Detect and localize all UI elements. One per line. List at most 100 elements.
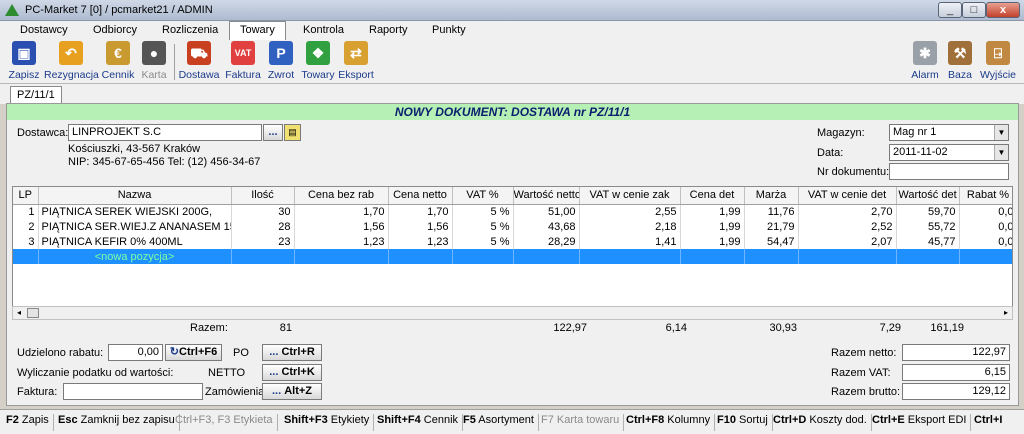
- menu-towary[interactable]: Towary: [229, 21, 286, 40]
- wyjscie-button[interactable]: ⍈ Wyjście: [979, 40, 1017, 83]
- col-lp[interactable]: LP: [13, 187, 39, 205]
- baza-button[interactable]: ⚒ Baza: [944, 40, 976, 83]
- document-panel: NOWY DOKUMENT: DOSTAWA nr PZ/11/1 Dostaw…: [6, 103, 1019, 406]
- cell-lp: 1: [13, 204, 39, 219]
- items-grid: LP Nazwa Ilość Cena bez rab Cena netto V…: [12, 186, 1013, 316]
- shortcut-ctrl-i[interactable]: Ctrl+I: [974, 414, 1006, 431]
- dots-icon: ...: [268, 126, 278, 138]
- razem-netto-value: 122,97: [902, 344, 1010, 361]
- col-nazwa[interactable]: Nazwa: [38, 187, 232, 205]
- col-wartosc-det[interactable]: Wartość det: [896, 187, 960, 205]
- dostawa-button[interactable]: ⛟ Dostawa: [178, 40, 220, 83]
- chevron-down-icon: ▼: [994, 125, 1008, 140]
- shortcut-cennik[interactable]: Shift+F4 Cennik: [377, 414, 464, 431]
- menu-punkty[interactable]: Punkty: [432, 24, 466, 36]
- shortcut-eksport-edi[interactable]: Ctrl+E Eksport EDI: [872, 414, 972, 431]
- towary-button[interactable]: ❖ Towary: [300, 40, 336, 83]
- faktura-button[interactable]: VAT Faktura: [224, 40, 262, 83]
- close-button[interactable]: x: [986, 2, 1020, 18]
- dots-icon: ...: [271, 385, 282, 397]
- col-rabat[interactable]: Rabat %: [959, 187, 1012, 205]
- toolbar: ▣ Zapisz ↶ Rezygnacja € Cennik ● Karta ⛟ Dost…: [0, 40, 1024, 84]
- shortcut-etykieta[interactable]: Ctrl+F3, F3 Etykieta: [175, 414, 278, 431]
- total-marza: 30,93: [769, 322, 797, 334]
- zapisz-button[interactable]: ▣ Zapisz: [7, 40, 41, 83]
- document-number-field[interactable]: [889, 163, 1009, 180]
- table-row[interactable]: 2 PIĄTNICA SER.WIEJ.Z ANANASEM 150 28 1,56 1…: [13, 219, 1012, 234]
- tab-document[interactable]: PZ/11/1: [10, 86, 62, 104]
- total-wartosc-det: 161,19: [930, 322, 964, 334]
- magazyn-select[interactable]: Mag nr 1 ▼: [889, 124, 1009, 141]
- horizontal-scrollbar[interactable]: ◂ ▸: [12, 306, 1013, 320]
- menu-dostawcy[interactable]: Dostawcy: [20, 24, 68, 36]
- window-title: PC-Market 7 [0] / pcmarket21 / ADMIN: [25, 4, 213, 16]
- minimize-button[interactable]: _: [938, 2, 962, 18]
- title-bar: PC-Market 7 [0] / pcmarket21 / ADMIN _ □…: [0, 0, 1024, 21]
- maximize-button[interactable]: □: [962, 2, 986, 18]
- magazyn-label: Magazyn:: [817, 127, 865, 139]
- table-row[interactable]: 1 PIĄTNICA SEREK WIEJSKI 200G, 30 1,70 1,70 5…: [13, 204, 1012, 219]
- netto-button[interactable]: ... Ctrl+K: [262, 364, 322, 381]
- shortcut-koszty[interactable]: Ctrl+D Koszty dod.: [773, 414, 872, 431]
- karta-button[interactable]: ● Karta: [139, 40, 169, 83]
- menu-raporty[interactable]: Raporty: [369, 24, 408, 36]
- cell-marza: 21,79: [744, 219, 799, 234]
- faktura-field[interactable]: [63, 383, 203, 400]
- shortcut-f2[interactable]: F2 Zapis: [6, 414, 54, 431]
- scroll-left-icon[interactable]: ◂: [13, 307, 25, 319]
- supplier-field[interactable]: LINPROJEKT S.C: [68, 124, 262, 141]
- invoice-vat-icon: VAT: [231, 41, 255, 65]
- shortcut-esc[interactable]: Esc Zamknij bez zapisu: [58, 414, 180, 431]
- rezygnacja-button[interactable]: ↶ Rezygnacja: [44, 40, 99, 83]
- date-picker[interactable]: 2011-11-02 ▼: [889, 144, 1009, 161]
- col-ilosc[interactable]: Ilość: [231, 187, 295, 205]
- cell-vat-det: 2,07: [798, 234, 897, 249]
- cell-vat: 5 %: [452, 219, 514, 234]
- card-icon: ●: [142, 41, 166, 65]
- col-cena-bez-rab[interactable]: Cena bez rab: [294, 187, 389, 205]
- scrollbar-thumb[interactable]: [27, 308, 39, 318]
- zamowienia-button[interactable]: ... Alt+Z: [262, 383, 322, 400]
- rabat-button[interactable]: ↻Ctrl+F6: [165, 344, 222, 361]
- shortcut-kolumny[interactable]: Ctrl+F8 Kolumny: [626, 414, 716, 431]
- table-row[interactable]: 3 PIĄTNICA KEFIR 0% 400ML 23 1,23 1,23 5 % 28,…: [13, 234, 1012, 249]
- new-item-row[interactable]: <nowa pozycja>: [13, 249, 1012, 264]
- po-button[interactable]: ... Ctrl+R: [262, 344, 322, 361]
- col-cena-det[interactable]: Cena det: [680, 187, 745, 205]
- supplier-label: Dostawca:: [17, 127, 69, 139]
- shortcut-etykiety[interactable]: Shift+F3 Etykiety: [284, 414, 375, 431]
- supplier-select-button[interactable]: ...: [263, 124, 283, 141]
- shortcut-sortuj[interactable]: F10 Sortuj: [717, 414, 773, 431]
- col-vat-zak[interactable]: VAT w cenie zak: [579, 187, 681, 205]
- zwrot-button[interactable]: P Zwrot: [265, 40, 297, 83]
- alarm-button[interactable]: ✱ Alarm: [910, 40, 940, 83]
- cell-vat-det: 2,52: [798, 219, 897, 234]
- col-cena-netto[interactable]: Cena netto: [388, 187, 453, 205]
- cell-wartosc-det: 59,70: [896, 204, 960, 219]
- eksport-button[interactable]: ⇄ Eksport: [337, 40, 375, 83]
- scroll-right-icon[interactable]: ▸: [1000, 307, 1012, 319]
- cell-vat-zak: 1,41: [579, 234, 681, 249]
- cell-wartosc-netto: 43,68: [513, 219, 580, 234]
- cell-marza: 11,76: [744, 204, 799, 219]
- menu-odbiorcy[interactable]: Odbiorcy: [93, 24, 137, 36]
- col-vat[interactable]: VAT %: [452, 187, 514, 205]
- menu-kontrola[interactable]: Kontrola: [303, 24, 344, 36]
- cell-vat-zak: 2,55: [579, 204, 681, 219]
- col-marza[interactable]: Marża: [744, 187, 799, 205]
- cennik-button[interactable]: € Cennik: [100, 40, 136, 83]
- save-icon: ▣: [12, 41, 36, 65]
- shortcut-karta-towaru[interactable]: F7 Karta towaru: [541, 414, 625, 431]
- rabat-field[interactable]: 0,00: [108, 344, 163, 361]
- app-icon: [5, 4, 19, 16]
- cell-lp: 3: [13, 234, 39, 249]
- return-icon: P: [269, 41, 293, 65]
- menu-rozliczenia[interactable]: Rozliczenia: [162, 24, 218, 36]
- price-list-icon: €: [106, 41, 130, 65]
- cell-ilosc: 30: [231, 204, 295, 219]
- shortcut-asortyment[interactable]: F5 Asortyment: [463, 414, 539, 431]
- col-vat-det[interactable]: VAT w cenie det: [798, 187, 897, 205]
- col-wartosc-netto[interactable]: Wartość netto: [513, 187, 580, 205]
- supplier-details-button[interactable]: ▤: [284, 124, 301, 141]
- shortcut-bar: F2 Zapis Esc Zamknij bez zapisu Ctrl+F3,…: [0, 409, 1024, 434]
